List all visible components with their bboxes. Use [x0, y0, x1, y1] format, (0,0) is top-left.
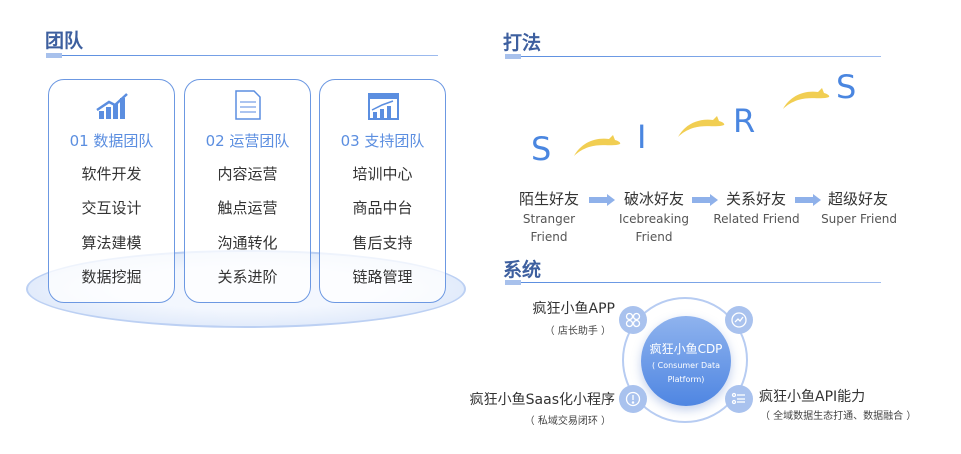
cdp-title: 疯狂小鱼CDP — [649, 342, 723, 356]
title-divider — [521, 56, 881, 57]
title-marker — [505, 54, 521, 59]
team-item: 售后支持 — [352, 234, 413, 252]
letter-r: R — [733, 102, 756, 140]
stage-cn: 关系好友 — [725, 190, 786, 208]
cdp-subtitle: ( Consumer Data Platform) — [651, 361, 721, 384]
team-card-operations: 02 运营团队 内容运营 触点运营 沟通转化 关系进阶 — [184, 79, 311, 303]
team-item: 培训中心 — [352, 165, 413, 183]
arrow-right-icon — [589, 194, 615, 206]
team-item: 内容运营 — [217, 165, 278, 183]
cdp-center: 疯狂小鱼CDP ( Consumer Data Platform) — [641, 316, 731, 406]
api-sublabel: （ 全域数据生态打通、数据融合 ） — [760, 411, 917, 422]
fish-icon — [678, 116, 725, 137]
letter-s: S — [836, 68, 857, 106]
team-heading: 03 支持团队 — [340, 132, 425, 150]
api-list-icon — [725, 385, 753, 413]
stage-en: Icebreaking Friend — [618, 212, 690, 244]
stage-cn: 破冰好友 — [623, 190, 684, 208]
app-grid-icon — [619, 306, 647, 334]
arrow-right-icon — [692, 194, 718, 206]
team-heading: 01 数据团队 — [69, 132, 154, 150]
fish-icon — [574, 135, 621, 156]
team-item: 软件开发 — [81, 165, 142, 183]
letter-i: I — [637, 118, 647, 156]
trend-chart-icon — [725, 306, 753, 334]
fish-icon — [783, 88, 830, 109]
team-item: 商品中台 — [352, 199, 413, 217]
system-title: 系统 — [503, 259, 542, 281]
dashboard-window-icon — [368, 93, 399, 120]
team-item: 触点运营 — [217, 199, 278, 217]
app-sublabel: （ 店长助手 ） — [544, 326, 611, 337]
title-divider — [62, 55, 438, 56]
team-card-support: 03 支持团队 培训中心 商品中台 售后支持 链路管理 — [319, 79, 446, 303]
stage-cn: 超级好友 — [827, 190, 888, 208]
stage-en: Super Friend — [821, 212, 897, 226]
title-marker — [46, 53, 62, 58]
stage-en: Stranger Friend — [522, 212, 576, 244]
team-item: 关系进阶 — [217, 268, 278, 286]
document-icon — [235, 90, 261, 120]
team-item: 链路管理 — [352, 268, 413, 286]
team-heading: 02 运营团队 — [205, 132, 290, 150]
stage-en: Related Friend — [713, 212, 800, 226]
bar-chart-growth-icon — [96, 93, 128, 119]
title-divider — [521, 282, 881, 283]
strategy-title: 打法 — [503, 32, 542, 54]
team-card-data: 01 数据团队 软件开发 交互设计 算法建模 数据挖掘 — [48, 79, 175, 303]
api-label: 疯狂小鱼API能力 — [759, 389, 866, 405]
team-title: 团队 — [45, 30, 84, 52]
team-item: 交互设计 — [81, 199, 142, 217]
saas-sublabel: （ 私域交易闭环 ） — [524, 416, 611, 427]
stage-cn: 陌生好友 — [518, 190, 579, 208]
saas-label: 疯狂小鱼Saas化小程序 — [469, 392, 615, 408]
team-item: 算法建模 — [81, 234, 142, 252]
team-item: 沟通转化 — [217, 234, 278, 252]
app-label: 疯狂小鱼APP — [532, 301, 615, 317]
title-marker — [505, 280, 521, 285]
letter-s: S — [531, 130, 552, 168]
team-item: 数据挖掘 — [81, 268, 142, 286]
mini-program-icon — [619, 385, 647, 413]
